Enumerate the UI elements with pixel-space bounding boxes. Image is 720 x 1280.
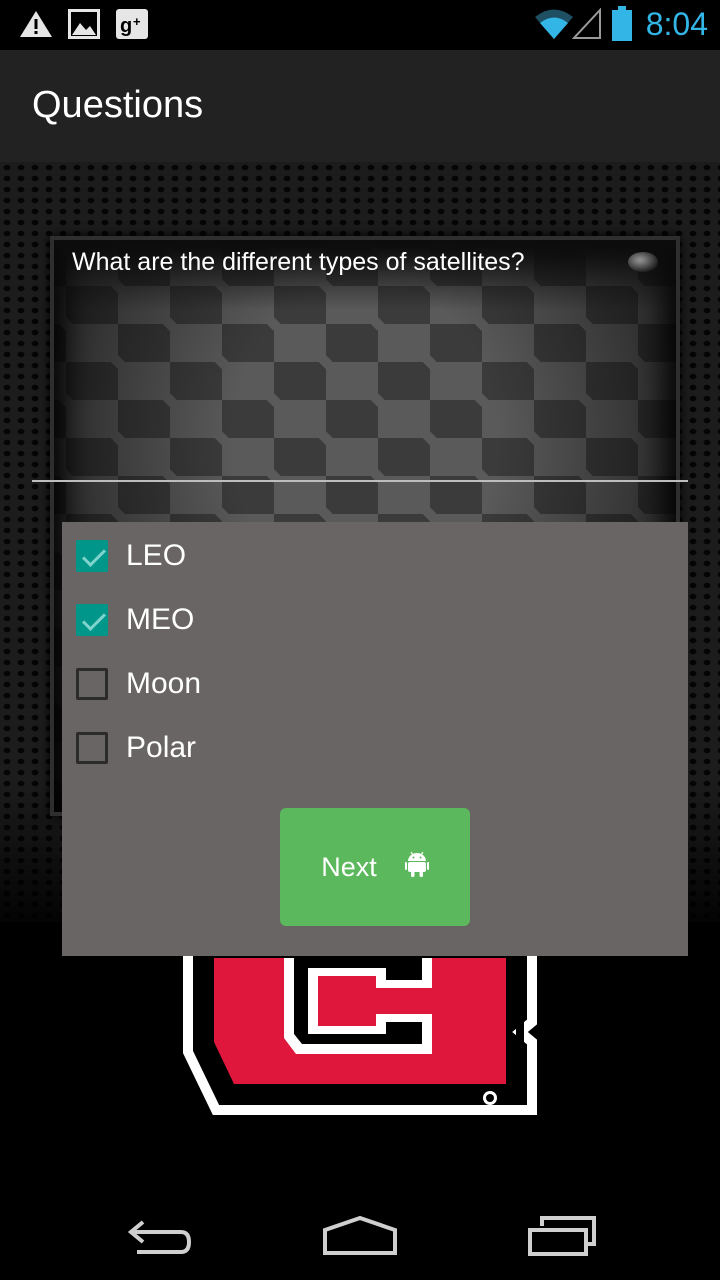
home-icon bbox=[322, 1215, 398, 1261]
option-label: Polar bbox=[126, 731, 197, 764]
recent-apps-button[interactable] bbox=[512, 1208, 612, 1268]
option-meo[interactable]: MEO bbox=[74, 594, 474, 646]
recent-apps-icon bbox=[526, 1215, 598, 1261]
divider bbox=[32, 480, 688, 482]
next-button-label: Next bbox=[321, 851, 377, 882]
checkbox-unchecked-icon[interactable] bbox=[76, 668, 108, 700]
option-label: Moon bbox=[126, 667, 202, 700]
frame-ornament bbox=[628, 252, 658, 272]
android-icon bbox=[403, 851, 430, 883]
option-polar[interactable]: Polar bbox=[74, 722, 474, 774]
image-icon bbox=[68, 9, 100, 44]
content-area: What are the different types of satellit… bbox=[0, 162, 720, 1198]
back-icon bbox=[125, 1216, 195, 1261]
navigation-bar bbox=[0, 1198, 720, 1280]
option-label: MEO bbox=[126, 603, 195, 636]
question-text: What are the different types of satellit… bbox=[72, 248, 525, 276]
home-button[interactable] bbox=[310, 1208, 410, 1268]
svg-text:g: g bbox=[120, 15, 132, 37]
option-leo[interactable]: LEO bbox=[74, 530, 474, 582]
page-title: Questions bbox=[32, 84, 204, 126]
google-plus-icon: g + bbox=[116, 9, 148, 44]
action-bar: Questions bbox=[0, 50, 720, 162]
answers-panel: LEO MEO Moon Polar Next bbox=[62, 522, 688, 956]
clock: 8:04 bbox=[645, 6, 708, 42]
option-moon[interactable]: Moon bbox=[74, 658, 474, 710]
svg-text:+: + bbox=[133, 14, 141, 29]
status-bar: g + 8:04 bbox=[0, 0, 720, 50]
battery-icon bbox=[611, 6, 633, 47]
option-label: LEO bbox=[126, 539, 187, 572]
screen: g + 8:04 Questions What are the differen… bbox=[0, 0, 720, 1280]
checkbox-unchecked-icon[interactable] bbox=[76, 732, 108, 764]
checkbox-checked-icon[interactable] bbox=[76, 540, 108, 572]
warning-icon bbox=[18, 9, 54, 44]
checkbox-checked-icon[interactable] bbox=[76, 604, 108, 636]
next-button[interactable]: Next bbox=[280, 808, 470, 926]
back-button[interactable] bbox=[110, 1208, 210, 1268]
signal-icon bbox=[571, 7, 602, 45]
wifi-icon bbox=[534, 8, 574, 45]
